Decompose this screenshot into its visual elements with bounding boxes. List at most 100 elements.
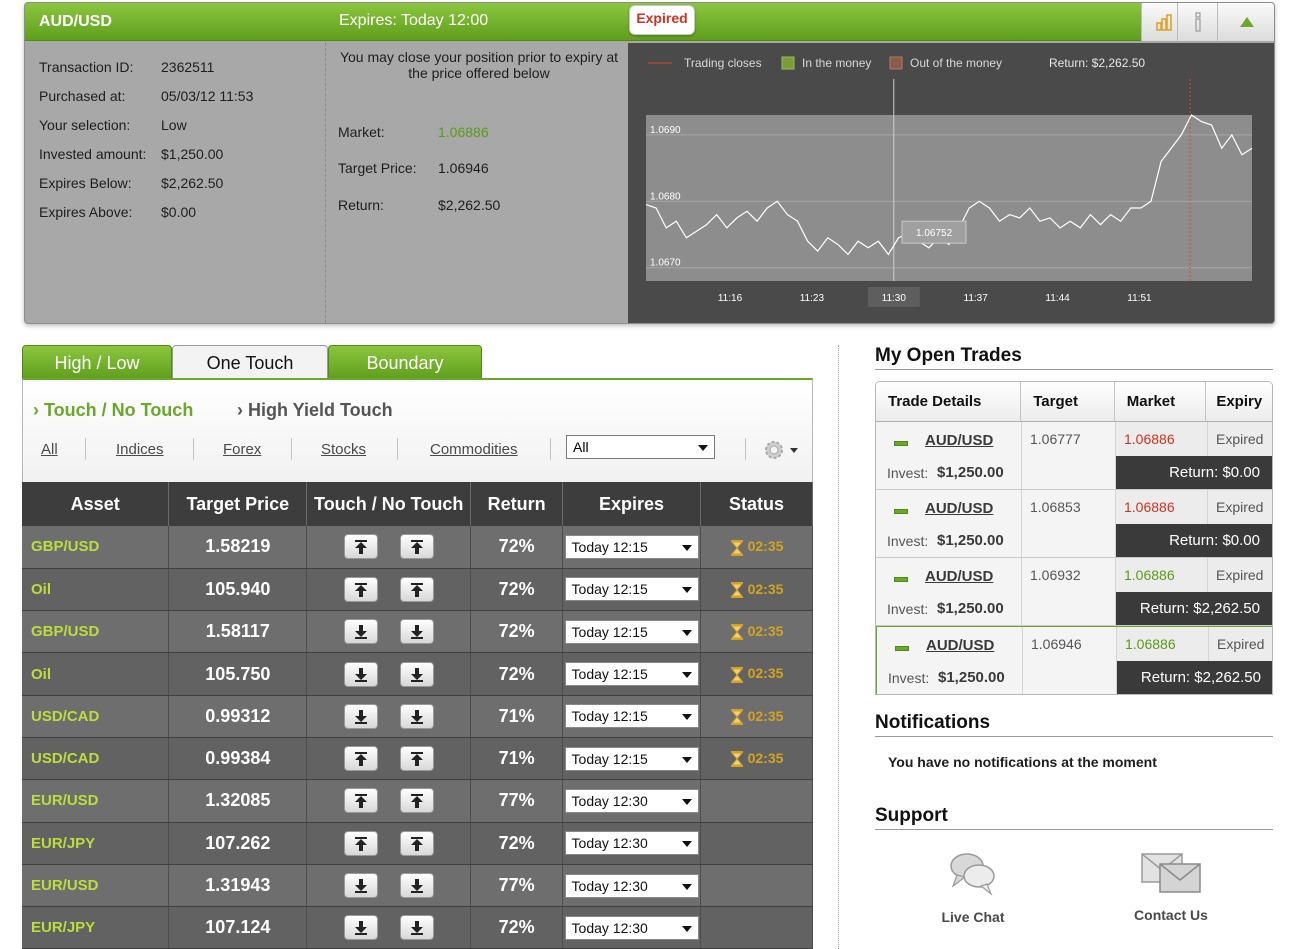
close-position-info: You may close your position prior to exp… (325, 43, 627, 323)
open-trade-target: 1.06932 (1022, 558, 1116, 625)
live-chat-button[interactable]: Live Chat (913, 850, 1033, 925)
filter-indices[interactable]: Indices (116, 441, 164, 458)
return-cell: 72% (470, 610, 564, 654)
hourglass-icon (730, 539, 743, 556)
expiry-select[interactable]: Today 12:15 (564, 662, 699, 687)
no-touch-button[interactable] (399, 830, 434, 856)
touch-button[interactable] (343, 619, 378, 645)
tab-one-touch[interactable]: One Touch (172, 345, 328, 381)
expiry-select[interactable]: Today 12:30 (564, 873, 699, 898)
expiry-select[interactable]: Today 12:15 (564, 577, 699, 602)
trade-detail-value: $1,250.00 (161, 146, 224, 162)
open-trade-row: AUD/USD Invest: $1,250.00 1.06946 1.06886 Exp… (876, 626, 1272, 694)
column-divider (838, 345, 839, 949)
touch-buttons-cell (306, 822, 472, 865)
open-trade-target: 1.06777 (1022, 422, 1116, 489)
info-button[interactable] (1177, 3, 1217, 41)
asset-filter-value: All (573, 439, 589, 455)
touch-button[interactable] (343, 576, 378, 602)
touch-down-icon (410, 879, 423, 894)
expiry-select[interactable]: Today 12:30 (564, 788, 699, 813)
target-price-cell: 1.31943 (168, 864, 308, 908)
touch-down-icon (354, 879, 367, 894)
no-touch-button[interactable] (399, 703, 434, 729)
filter-stocks[interactable]: Stocks (321, 441, 366, 458)
target-price-cell: 105.940 (168, 568, 308, 612)
touch-button[interactable] (343, 746, 378, 772)
status-cell (700, 822, 813, 865)
invest-label: Invest: (887, 601, 929, 617)
touch-buttons-cell (306, 864, 472, 908)
no-touch-button[interactable] (399, 619, 434, 645)
subtab-high-yield-touch[interactable]: › High Yield Touch (237, 400, 393, 421)
legend-return-label: Return: $2,262.50 (1049, 56, 1145, 70)
trade-detail-label: Purchased at: (39, 88, 126, 104)
tab-boundary[interactable]: Boundary (328, 345, 482, 379)
expiry-select[interactable]: Today 12:30 (564, 915, 699, 940)
return-cell: 72% (470, 526, 564, 569)
settings-button[interactable] (761, 437, 805, 468)
invest-value: $1,250.00 (938, 669, 1005, 686)
expiry-select[interactable]: Today 12:15 (564, 534, 699, 559)
collapse-arrow-icon (1239, 17, 1254, 27)
touch-buttons-cell (306, 737, 472, 781)
target-price-label: Target Price: (338, 160, 417, 176)
touch-button[interactable] (343, 534, 378, 560)
open-trade-asset-link[interactable]: AUD/USD (925, 568, 993, 585)
no-touch-button[interactable] (399, 915, 434, 941)
collapse-panel-button[interactable] (1217, 3, 1274, 41)
touch-button[interactable] (343, 830, 378, 856)
touch-button[interactable] (343, 703, 378, 729)
hourglass-icon (730, 582, 743, 599)
no-touch-button[interactable] (399, 661, 434, 687)
touch-button[interactable] (343, 661, 378, 687)
expiry-select[interactable]: Today 12:15 (564, 746, 699, 771)
column-header-asset[interactable]: Asset (22, 482, 170, 526)
expiry-select-value: Today 12:15 (571, 581, 648, 598)
market-value: 1.06886 (438, 124, 489, 140)
legend-trading-closes-label: Trading closes (684, 56, 762, 70)
expiry-select[interactable]: Today 12:30 (564, 831, 699, 856)
touch-button[interactable] (343, 788, 378, 814)
column-header-expires[interactable]: Expires (562, 482, 702, 526)
table-row: EUR/USD 1.32085 77% Today 12:30 (22, 779, 813, 823)
open-trade-asset-link[interactable]: AUD/USD (926, 637, 994, 654)
no-touch-button[interactable] (399, 746, 434, 772)
dropdown-arrow-icon (681, 925, 692, 932)
legend-out-of-money-label: Out of the money (910, 56, 1002, 70)
expiry-select[interactable]: Today 12:15 (564, 619, 699, 644)
table-row: GBP/USD 1.58219 72% Today 12:15 02:35 (22, 526, 813, 569)
no-touch-button[interactable] (399, 576, 434, 602)
touch-buttons-cell (306, 695, 472, 738)
touch-button[interactable] (343, 873, 378, 899)
expiry-select[interactable]: Today 12:15 (564, 704, 699, 729)
dropdown-arrow-icon (681, 798, 692, 805)
target-price-cell: 107.124 (168, 906, 308, 949)
tab-high-low[interactable]: High / Low (22, 345, 172, 379)
asset-name-cell: GBP/USD (22, 526, 170, 569)
open-trade-asset-link[interactable]: AUD/USD (925, 500, 993, 517)
contact-us-button[interactable]: Contact Us (1111, 850, 1231, 923)
open-trades-header-target: Target (1021, 382, 1115, 421)
column-header-return[interactable]: Return (470, 482, 564, 526)
filter-all[interactable]: All (41, 441, 58, 458)
expiry-select-value: Today 12:15 (571, 538, 648, 555)
column-header-target-price[interactable]: Target Price (168, 482, 308, 526)
touch-down-icon (410, 625, 423, 640)
filter-forex[interactable]: Forex (223, 441, 261, 458)
price-chart[interactable]: 1.0690 1.0680 1.0670 1.06752 11:16 11:23 11:30… (628, 43, 1274, 323)
asset-filter-select[interactable]: All (566, 435, 715, 459)
no-touch-button[interactable] (399, 788, 434, 814)
no-touch-button[interactable] (399, 534, 434, 560)
x-tick-label: 11:30 (882, 293, 907, 304)
y-tick-label: 1.0670 (650, 258, 681, 269)
column-header-status[interactable]: Status (700, 482, 813, 526)
hover-value-label: 1.06752 (916, 228, 953, 239)
subtab-touch-no-touch[interactable]: › Touch / No Touch (33, 400, 193, 421)
open-trade-expiry: Expired (1208, 558, 1272, 592)
column-header-touch[interactable]: Touch / No Touch (306, 482, 472, 526)
no-touch-button[interactable] (399, 873, 434, 899)
filter-commodities[interactable]: Commodities (430, 441, 518, 458)
open-trade-asset-link[interactable]: AUD/USD (925, 432, 993, 449)
touch-button[interactable] (343, 915, 378, 941)
